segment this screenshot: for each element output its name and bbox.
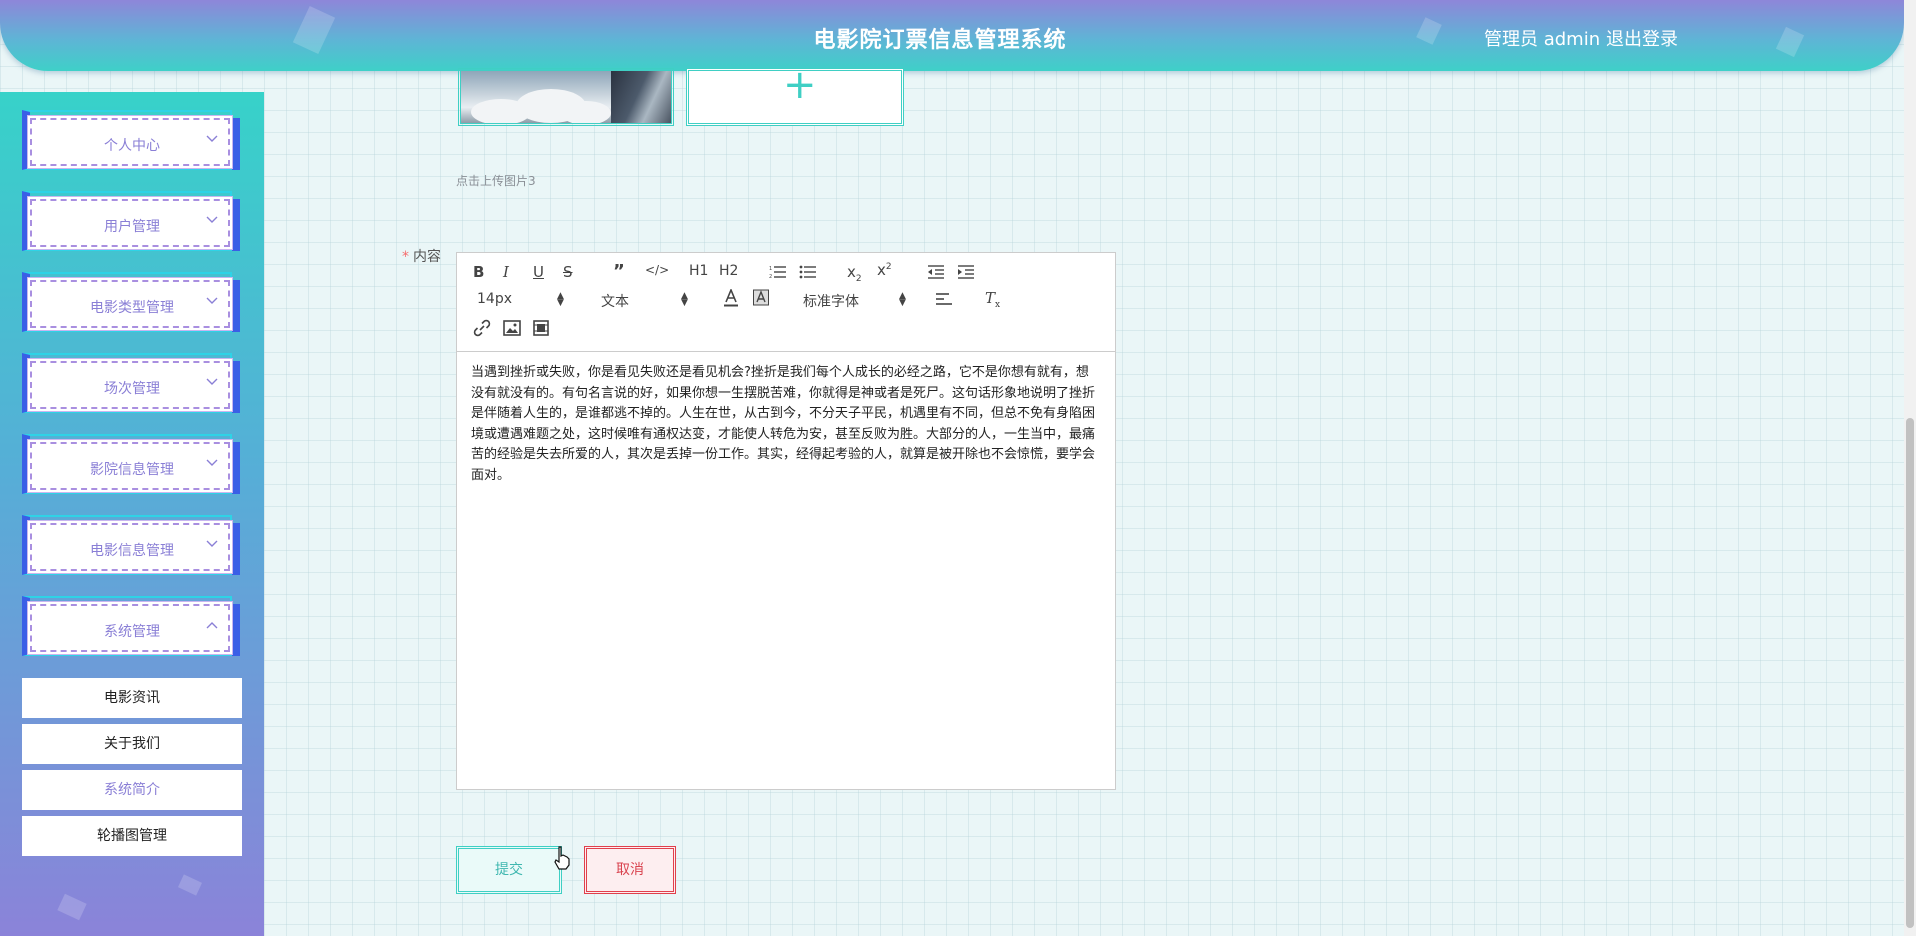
h2-label: H2 — [719, 263, 739, 279]
sidebar-decoration — [177, 874, 203, 896]
menu-frame-accent — [232, 199, 240, 251]
header-format-select[interactable]: 文本 ▲ ▼ — [601, 291, 697, 311]
menu-frame-accent — [232, 118, 240, 170]
blockquote-icon[interactable]: ” — [613, 261, 625, 282]
clear-format-icon[interactable]: Tx — [985, 289, 1000, 310]
cancel-button[interactable]: 取消 — [584, 846, 676, 894]
align-icon[interactable] — [935, 293, 953, 311]
select-arrows-icon: ▲ ▼ — [681, 291, 688, 308]
font-size-value: 14px — [477, 291, 512, 307]
image-icon[interactable] — [503, 320, 521, 340]
submenu-carousel-management[interactable]: 轮播图管理 — [22, 816, 242, 856]
uploaded-image-thumbnail[interactable] — [458, 68, 674, 126]
page-scrollbar-thumb[interactable] — [1906, 418, 1914, 928]
sidebar-item-movie-type-management[interactable]: 电影类型管理 — [22, 272, 240, 340]
logout-link[interactable]: 退出登录 — [1606, 25, 1678, 51]
chevron-down-icon — [206, 294, 220, 308]
required-mark: * — [402, 249, 409, 265]
submenu-system-intro[interactable]: 系统简介 — [22, 770, 242, 810]
editor-toolbar: B I U S ” </> H1 H2 12 x2 x2 14px ▲ ▼ 文本 … — [457, 253, 1115, 352]
svg-text:2: 2 — [769, 274, 772, 279]
sidebar-item-label: 系统管理 — [104, 624, 160, 640]
header-1-icon[interactable]: H1 — [689, 263, 708, 279]
bullet-list-icon[interactable] — [799, 265, 817, 283]
sidebar-item-label: 个人中心 — [104, 138, 160, 154]
sidebar-item-label: 用户管理 — [104, 219, 160, 235]
font-family-select[interactable]: 标准字体 ▲ ▼ — [803, 291, 907, 311]
font-size-select[interactable]: 14px ▲ ▼ — [477, 291, 573, 309]
sidebar-item-cinema-info-management[interactable]: 影院信息管理 — [22, 434, 240, 502]
header-2-icon[interactable]: H2 — [719, 263, 738, 279]
chevron-down-icon — [206, 213, 220, 227]
editor-content[interactable]: 当遇到挫折或失败，你是看见失败还是看见机会?挫折是我们每个人成长的必经之路，它不… — [471, 363, 1101, 486]
sidebar-item-session-management[interactable]: 场次管理 — [22, 353, 240, 421]
upload-image-button[interactable]: + — [686, 62, 904, 126]
background-color-icon[interactable] — [753, 289, 769, 311]
menu-frame-accent — [232, 442, 240, 494]
indent-icon[interactable] — [957, 265, 975, 283]
menu-inner: 场次管理 — [30, 361, 230, 409]
svg-text:1: 1 — [769, 266, 772, 272]
sidebar-item-user-management[interactable]: 用户管理 — [22, 191, 240, 259]
link-icon[interactable] — [473, 319, 491, 341]
sidebar-item-label: 电影信息管理 — [90, 543, 174, 559]
select-arrows-icon: ▲ ▼ — [557, 291, 564, 308]
superscript-icon[interactable]: x2 — [877, 261, 892, 279]
chevron-down-icon — [206, 537, 220, 551]
sidebar-item-label: 电影类型管理 — [90, 300, 174, 316]
menu-inner: 影院信息管理 — [30, 442, 230, 490]
chevron-down-icon — [206, 375, 220, 389]
sidebar-item-system-management[interactable]: 系统管理 — [22, 596, 240, 664]
image-cloud — [561, 101, 611, 123]
menu-inner: 电影信息管理 — [30, 523, 230, 571]
content-field-label: * 内容 — [402, 246, 441, 266]
menu-frame-accent — [232, 604, 240, 656]
underline-icon[interactable]: U — [533, 263, 544, 281]
upload-hint-text: 点击上传图片3 — [456, 174, 536, 188]
admin-label: 管理员 admin — [1484, 29, 1601, 50]
strikethrough-icon[interactable]: S — [563, 263, 573, 281]
submit-button[interactable]: 提交 — [456, 846, 562, 894]
sidebar-item-movie-info-management[interactable]: 电影信息管理 — [22, 515, 240, 583]
bold-icon[interactable]: B — [473, 263, 484, 281]
chevron-down-icon — [206, 456, 220, 470]
chevron-down-icon — [206, 132, 220, 146]
chevron-up-icon — [206, 618, 220, 632]
ordered-list-icon[interactable]: 12 — [769, 265, 787, 283]
subscript-icon[interactable]: x2 — [847, 263, 862, 284]
header-format-value: 文本 — [601, 294, 629, 310]
italic-icon[interactable]: I — [503, 263, 509, 281]
h1-label: H1 — [689, 263, 709, 279]
menu-inner: 用户管理 — [30, 199, 230, 247]
sidebar-decoration — [57, 893, 87, 921]
submenu-about-us[interactable]: 关于我们 — [22, 724, 242, 764]
sidebar-item-personal-center[interactable]: 个人中心 — [22, 110, 240, 178]
submenu-movie-news[interactable]: 电影资讯 — [22, 678, 242, 718]
sidebar: 个人中心 用户管理 电影类型管理 场次管理 影院信息管理 电影信息管理 系统管理… — [0, 92, 264, 936]
menu-inner: 个人中心 — [30, 118, 230, 166]
font-family-value: 标准字体 — [803, 294, 859, 310]
select-arrows-icon: ▲ ▼ — [899, 291, 906, 308]
image-building — [611, 71, 671, 123]
font-color-icon[interactable] — [723, 287, 739, 311]
sidebar-item-label: 影院信息管理 — [90, 462, 174, 478]
hand-cursor-icon — [554, 846, 570, 870]
menu-frame-accent — [232, 280, 240, 332]
outdent-icon[interactable] — [927, 265, 945, 283]
code-block-icon[interactable]: </> — [645, 263, 669, 277]
menu-inner: 系统管理 — [30, 604, 230, 652]
menu-inner: 电影类型管理 — [30, 280, 230, 328]
menu-frame-accent — [232, 361, 240, 413]
content-label-text: 内容 — [413, 249, 441, 265]
rich-text-editor: B I U S ” </> H1 H2 12 x2 x2 14px ▲ ▼ 文本 … — [456, 252, 1116, 790]
sidebar-item-label: 场次管理 — [104, 381, 160, 397]
plus-icon: + — [783, 62, 817, 108]
menu-frame-accent — [232, 523, 240, 575]
video-icon[interactable] — [533, 320, 549, 340]
top-header: 电影院订票信息管理系统 管理员 admin 退出登录 — [0, 0, 1904, 71]
